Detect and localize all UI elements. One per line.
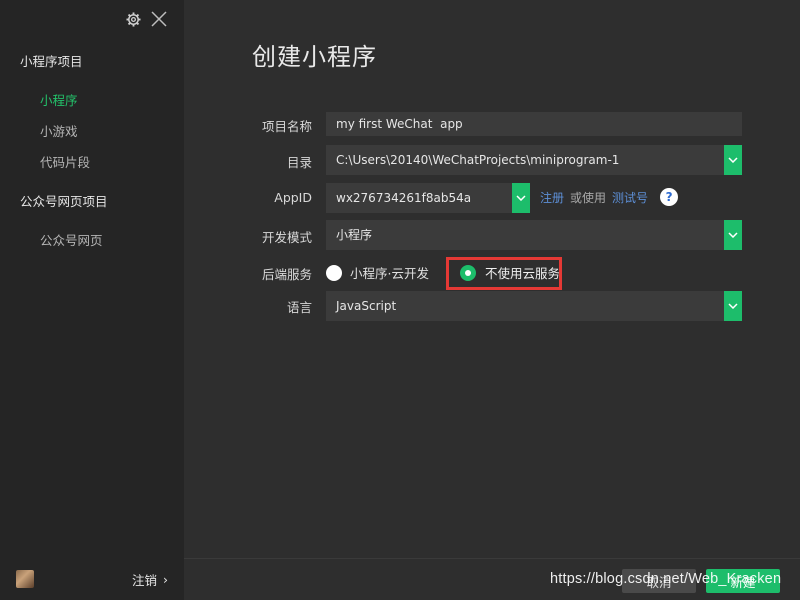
chevron-down-icon[interactable] bbox=[512, 183, 530, 213]
sidebar-item-miniprogram[interactable]: 小程序 bbox=[40, 90, 78, 109]
chevron-down-icon[interactable] bbox=[724, 220, 742, 250]
gear-icon[interactable] bbox=[126, 11, 141, 27]
create-button[interactable]: 新建 bbox=[706, 569, 780, 593]
test-account-link[interactable]: 测试号 bbox=[612, 189, 648, 206]
appid-value: wx276734261f8ab54a bbox=[336, 191, 472, 205]
directory-value: C:\Users\20140\WeChatProjects\miniprogra… bbox=[336, 153, 620, 167]
chevron-down-icon[interactable] bbox=[724, 145, 742, 175]
sidebar-item-minigame[interactable]: 小游戏 bbox=[40, 121, 78, 140]
dev-mode-select[interactable]: 小程序 bbox=[326, 220, 742, 250]
project-name-input[interactable]: my first WeChat app bbox=[326, 112, 742, 136]
project-name-label: 项目名称 bbox=[261, 119, 312, 134]
directory-select[interactable]: C:\Users\20140\WeChatProjects\miniprogra… bbox=[326, 145, 742, 175]
logout-label: 注销 bbox=[131, 573, 157, 588]
chevron-down-icon[interactable] bbox=[724, 291, 742, 321]
dev-mode-label: 开发模式 bbox=[261, 230, 312, 245]
language-value: JavaScript bbox=[336, 299, 397, 313]
highlight-box bbox=[446, 257, 562, 290]
sidebar-group-miniprogram: 小程序项目 bbox=[20, 54, 83, 69]
avatar[interactable] bbox=[16, 570, 34, 588]
logout-button[interactable]: 注销 › bbox=[132, 570, 168, 589]
sidebar-item-code-snippet[interactable]: 代码片段 bbox=[40, 152, 90, 171]
register-link[interactable]: 注册 bbox=[540, 189, 564, 206]
cancel-button[interactable]: 取消 bbox=[622, 569, 696, 593]
backend-label: 后端服务 bbox=[261, 267, 312, 282]
appid-select[interactable]: wx276734261f8ab54a bbox=[326, 183, 530, 213]
or-use-text: 或使用 bbox=[570, 190, 607, 205]
backend-option-cloud[interactable]: 小程序·云开发 bbox=[326, 263, 429, 282]
bottom-bar: 取消 新建 bbox=[184, 558, 800, 600]
sidebar: 小程序项目 小程序 小游戏 代码片段 公众号网页项目 公众号网页 注销 › bbox=[0, 0, 184, 600]
dev-mode-value: 小程序 bbox=[336, 228, 373, 242]
radio-cloud[interactable] bbox=[326, 264, 342, 281]
backend-option-cloud-label: 小程序·云开发 bbox=[350, 266, 429, 281]
help-icon[interactable]: ? bbox=[660, 188, 679, 206]
sidebar-item-official-webpage[interactable]: 公众号网页 bbox=[40, 230, 103, 249]
appid-label: AppID bbox=[274, 190, 312, 205]
sidebar-group-webpage: 公众号网页项目 bbox=[20, 194, 108, 209]
language-select[interactable]: JavaScript bbox=[326, 291, 742, 321]
sidebar-footer: 注销 › bbox=[0, 558, 184, 600]
project-name-value: my first WeChat app bbox=[336, 117, 463, 131]
close-icon[interactable] bbox=[151, 11, 167, 27]
chevron-right-icon: › bbox=[163, 572, 168, 587]
main-panel: 创建小程序 项目名称 my first WeChat app 目录 C:\Use… bbox=[184, 0, 800, 600]
language-label: 语言 bbox=[286, 300, 312, 315]
appid-links: 注册 或使用 测试号 ? bbox=[540, 188, 679, 206]
sidebar-top-icons bbox=[126, 9, 167, 29]
page-title: 创建小程序 bbox=[252, 43, 377, 71]
directory-label: 目录 bbox=[286, 155, 312, 170]
